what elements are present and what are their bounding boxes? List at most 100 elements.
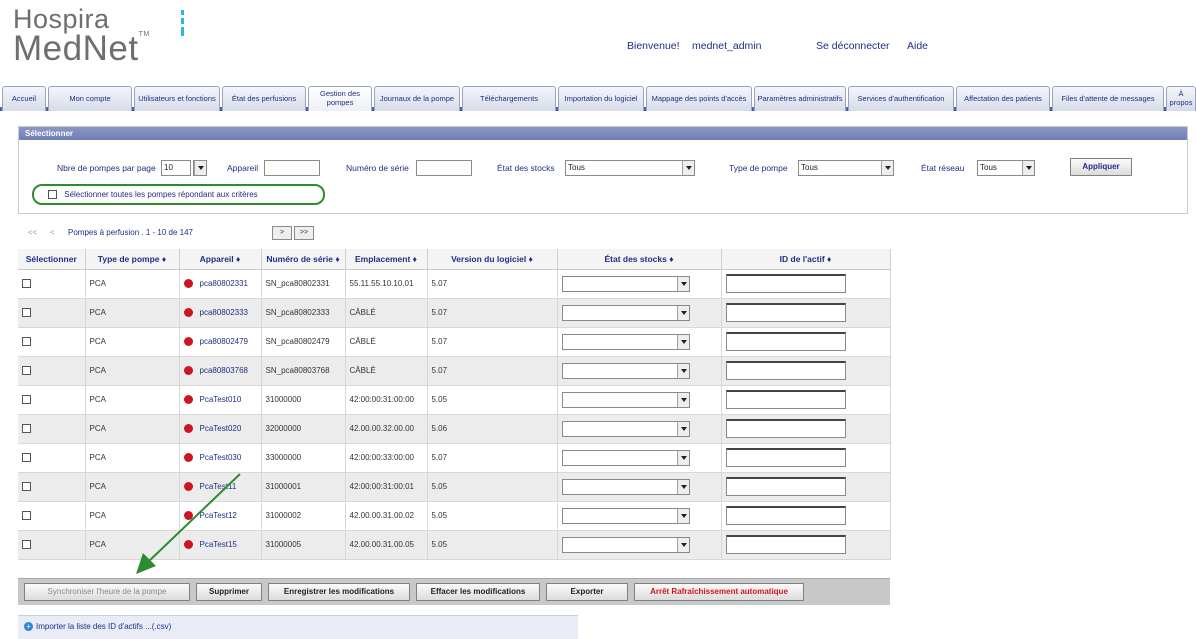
device-link[interactable]: pca80802479: [200, 337, 249, 346]
row-select-cell: [18, 385, 86, 415]
network-status-select[interactable]: Tous: [977, 160, 1035, 176]
tab-telechargements[interactable]: Téléchargements: [462, 86, 556, 111]
row-checkbox[interactable]: [22, 540, 31, 550]
import-asset-ids[interactable]: + Importer la liste des ID d'actifs ...(.…: [18, 615, 578, 639]
clear-changes-button[interactable]: Effacer les modifications: [416, 583, 540, 601]
row-checkbox[interactable]: [22, 453, 31, 463]
row-asset-id-input[interactable]: [725, 535, 846, 554]
device-link[interactable]: PcaTest11: [200, 482, 237, 491]
serial-cell: SN_pca80802333: [261, 298, 346, 328]
row-asset-id-input[interactable]: [725, 477, 846, 496]
row-asset-id-input[interactable]: [725, 390, 846, 409]
device-link[interactable]: PcaTest030: [200, 453, 242, 462]
row-stock-select[interactable]: [561, 536, 690, 553]
column-header-pump-type[interactable]: Type de pompe ♦: [85, 249, 180, 270]
pump-type-select[interactable]: Tous: [798, 160, 894, 176]
tab-utilisateurs[interactable]: Utilisateurs et fonctions: [134, 86, 220, 111]
row-checkbox[interactable]: [22, 482, 31, 492]
tab-journaux-pompe[interactable]: Journaux de la pompe: [374, 86, 460, 111]
tab-mappage-points[interactable]: Mappage des points d'accès: [646, 86, 752, 111]
row-asset-id-input[interactable]: [725, 448, 846, 467]
save-changes-button[interactable]: Enregistrer les modifications: [268, 583, 410, 601]
tab-importation-logiciel[interactable]: Importation du logiciel: [558, 86, 644, 111]
export-button[interactable]: Exporter: [546, 583, 628, 601]
row-checkbox[interactable]: [22, 337, 31, 347]
column-header-stock[interactable]: État des stocks ♦: [557, 249, 722, 270]
tab-etat-perfusions[interactable]: État des perfusions: [222, 86, 306, 111]
row-checkbox[interactable]: [22, 424, 31, 434]
row-select-cell: [18, 327, 86, 357]
stop-auto-refresh-button[interactable]: Arrêt Rafraîchissement automatique: [634, 583, 804, 601]
stock-status-select[interactable]: Tous: [565, 160, 695, 176]
row-stock-select[interactable]: [561, 449, 690, 466]
apply-button[interactable]: Appliquer: [1070, 158, 1132, 176]
pump-type-cell: PCA: [85, 530, 180, 560]
device-link[interactable]: pca80803768: [200, 366, 249, 375]
device-label: Appareil: [227, 163, 259, 173]
device-link[interactable]: PcaTest010: [200, 395, 242, 404]
row-checkbox[interactable]: [22, 395, 31, 405]
tab-mon-compte[interactable]: Mon compte: [48, 86, 132, 111]
device-link[interactable]: PcaTest12: [200, 511, 237, 520]
stock-cell: [557, 530, 722, 560]
table-row: PCA PcaTest12 31000002 42.00.00.31.00.02 5.0…: [18, 501, 891, 531]
device-input[interactable]: [264, 160, 320, 176]
help-link[interactable]: Aide: [907, 40, 928, 52]
logout-link[interactable]: Se déconnecter: [816, 40, 890, 52]
pumps-per-page-dropdown[interactable]: [193, 160, 207, 176]
tab-files-attente[interactable]: Files d'attente de messages: [1052, 86, 1164, 111]
column-header-location[interactable]: Emplacement ♦: [345, 249, 428, 270]
row-stock-select[interactable]: [561, 420, 690, 437]
row-asset-id-input[interactable]: [725, 361, 846, 380]
prev-page-button[interactable]: <: [50, 228, 55, 237]
delete-button[interactable]: Supprimer: [196, 583, 262, 601]
asset-id-cell: [721, 443, 891, 473]
tab-services-auth[interactable]: Services d'authentification: [848, 86, 954, 111]
pump-type-cell: PCA: [85, 443, 180, 473]
next-page-button[interactable]: >: [272, 226, 292, 240]
row-stock-select[interactable]: [561, 391, 690, 408]
column-header-asset-id[interactable]: ID de l'actif ♦: [721, 249, 891, 270]
row-stock-select[interactable]: [561, 304, 690, 321]
column-header-version[interactable]: Version du logiciel ♦: [427, 249, 558, 270]
hospira-mednet-logo: Hospira MedNetTM: [13, 6, 150, 67]
select-all-checkbox[interactable]: [48, 190, 57, 200]
row-checkbox[interactable]: [22, 279, 31, 289]
tab-accueil[interactable]: Accueil: [2, 86, 46, 111]
device-link[interactable]: PcaTest020: [200, 424, 242, 433]
row-checkbox[interactable]: [22, 511, 31, 521]
serial-input[interactable]: [416, 160, 472, 176]
pumps-per-page-select[interactable]: 10: [161, 160, 191, 176]
tab-parametres-admin[interactable]: Paramètres administratifs: [754, 86, 846, 111]
sync-time-button[interactable]: Synchroniser l'heure de la pompe: [24, 583, 190, 601]
row-select-cell: [18, 443, 86, 473]
row-checkbox[interactable]: [22, 366, 31, 376]
device-link[interactable]: PcaTest15: [200, 540, 237, 549]
row-asset-id-input[interactable]: [725, 303, 846, 322]
tab-affectation-patients[interactable]: Affectation des patients: [956, 86, 1050, 111]
row-checkbox[interactable]: [22, 308, 31, 318]
tab-a-propos[interactable]: À propos: [1166, 86, 1196, 111]
first-page-button[interactable]: <<: [28, 228, 37, 237]
chevron-down-icon: [676, 450, 689, 465]
column-header-serial[interactable]: Numéro de série ♦: [261, 249, 346, 270]
table-row: PCA PcaTest15 31000005 42.00.00.31.00.05 5.0…: [18, 530, 891, 560]
row-stock-select[interactable]: [561, 507, 690, 524]
row-asset-id-input[interactable]: [725, 506, 846, 525]
row-asset-id-input[interactable]: [725, 332, 846, 351]
row-stock-select[interactable]: [561, 275, 690, 292]
device-link[interactable]: pca80802333: [200, 308, 249, 317]
last-page-button[interactable]: >>: [294, 226, 314, 240]
row-stock-select[interactable]: [561, 478, 690, 495]
column-header-device[interactable]: Appareil ♦: [179, 249, 262, 270]
row-stock-select[interactable]: [561, 333, 690, 350]
row-stock-select[interactable]: [561, 362, 690, 379]
version-cell: 5.06: [427, 414, 558, 444]
device-link[interactable]: pca80802331: [200, 279, 249, 288]
row-asset-id-input[interactable]: [725, 419, 846, 438]
serial-cell: 31000001: [261, 472, 346, 502]
select-all-option[interactable]: Sélectionner toutes les pompes répondant…: [32, 184, 325, 205]
row-select-cell: [18, 356, 86, 386]
row-asset-id-input[interactable]: [725, 274, 846, 293]
tab-gestion-pompes[interactable]: Gestion des pompes: [308, 86, 372, 111]
